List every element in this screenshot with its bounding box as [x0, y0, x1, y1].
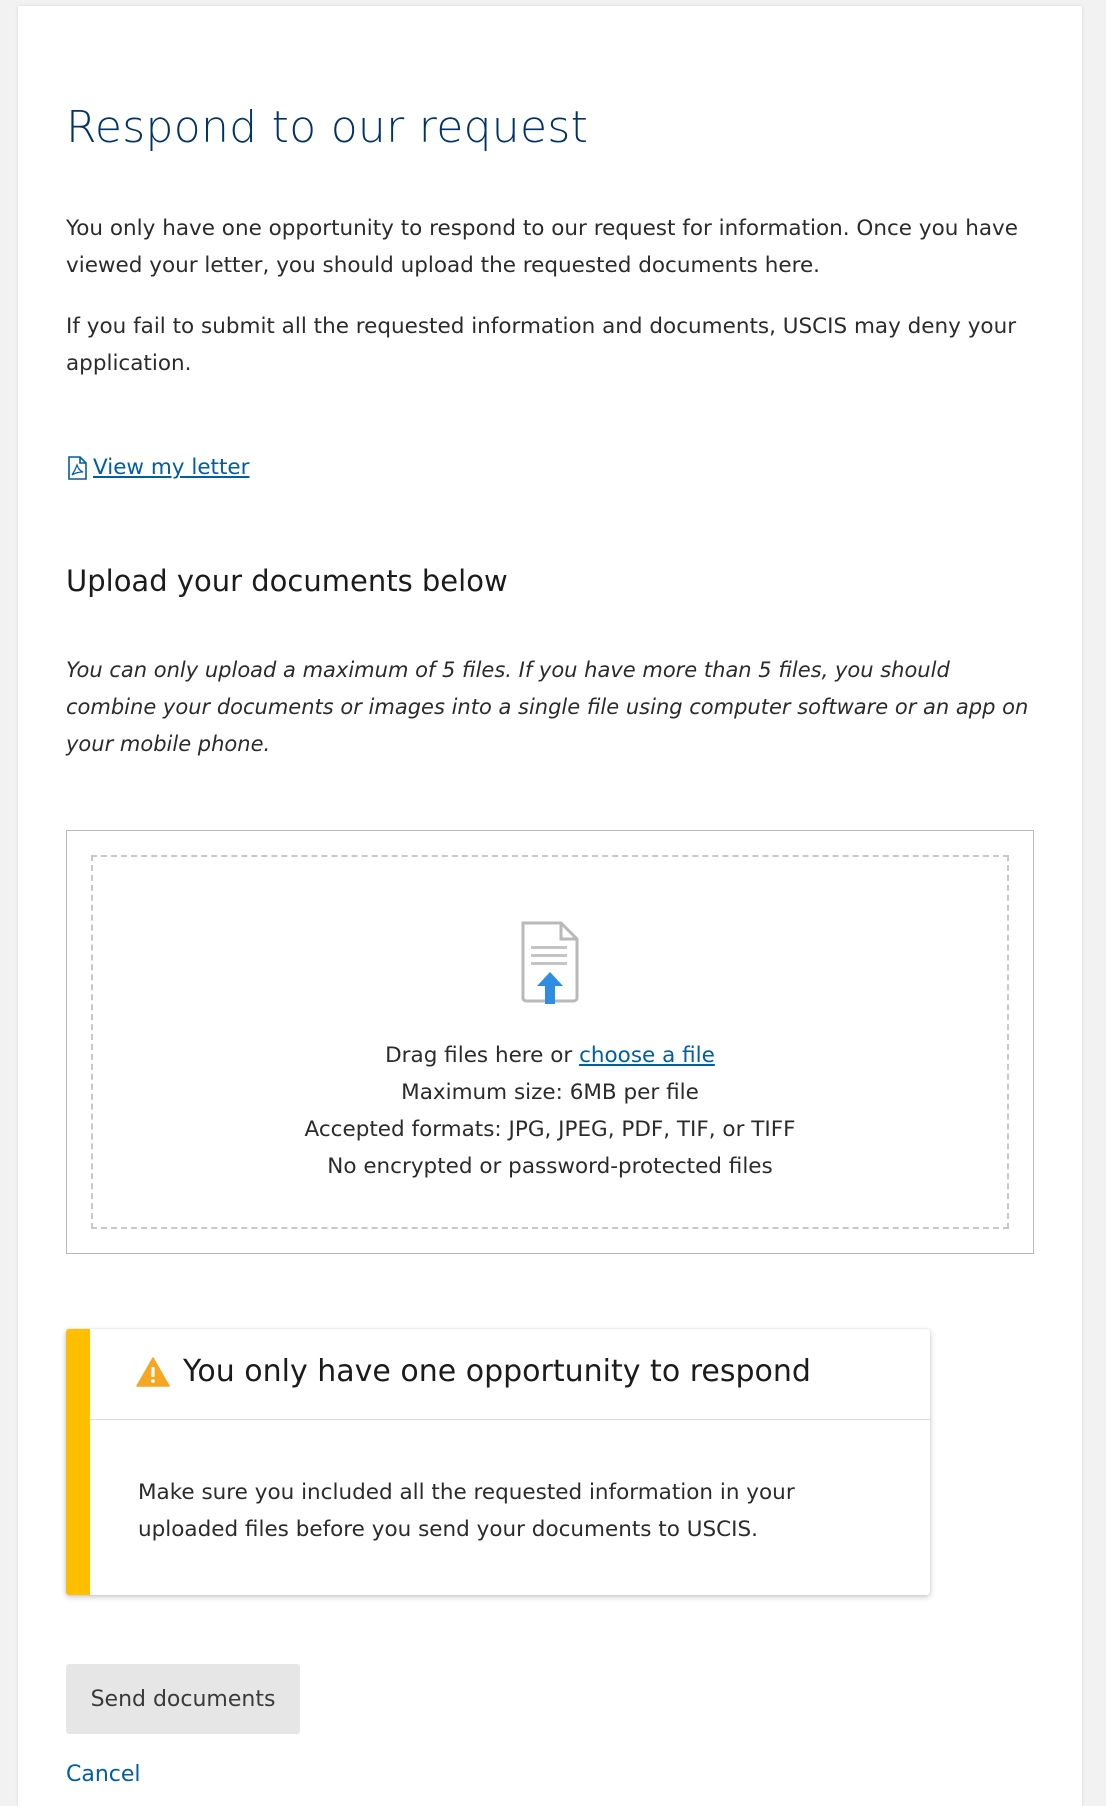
- upload-limit-hint: You can only upload a maximum of 5 files…: [66, 658, 1029, 756]
- accepted-formats-text: Accepted formats: JPG, JPEG, PDF, TIF, o…: [304, 1117, 796, 1142]
- view-letter-link[interactable]: View my letter: [66, 455, 249, 480]
- pdf-file-icon: [66, 455, 88, 480]
- file-upload-icon: [519, 920, 581, 1004]
- encryption-note-text: No encrypted or password-protected files: [327, 1154, 773, 1179]
- alert-header: You only have one opportunity to respond: [90, 1329, 930, 1420]
- intro-paragraph-deny-warning: If you fail to submit all the requested …: [66, 314, 1017, 376]
- alert-title: You only have one opportunity to respond: [183, 1354, 811, 1389]
- view-letter-label: View my letter: [93, 455, 250, 480]
- alert-body: Make sure you included all the requested…: [138, 1480, 795, 1542]
- dropzone-instructions: Drag files here or choose a file Maximum…: [93, 1037, 1007, 1185]
- main-card: Respond to our request You only have one…: [18, 6, 1082, 1806]
- max-size-text: Maximum size: 6MB per file: [401, 1080, 699, 1105]
- choose-file-link[interactable]: choose a file: [579, 1043, 715, 1068]
- send-documents-button[interactable]: Send documents: [66, 1664, 300, 1734]
- alert-accent-bar: [66, 1329, 90, 1595]
- dropzone-drag-area[interactable]: Drag files here or choose a file Maximum…: [91, 855, 1009, 1229]
- intro-paragraph-opportunity: You only have one opportunity to respond…: [66, 216, 1018, 278]
- file-dropzone: Drag files here or choose a file Maximum…: [66, 830, 1034, 1254]
- page-title: Respond to our request: [66, 102, 589, 153]
- upload-heading: Upload your documents below: [66, 564, 508, 598]
- drag-text: Drag files here or: [385, 1043, 580, 1068]
- drag-line: Drag files here or choose a file: [93, 1037, 1007, 1074]
- cancel-link[interactable]: Cancel: [66, 1762, 141, 1787]
- one-opportunity-alert: You only have one opportunity to respond…: [66, 1329, 930, 1595]
- warning-icon: [136, 1357, 170, 1387]
